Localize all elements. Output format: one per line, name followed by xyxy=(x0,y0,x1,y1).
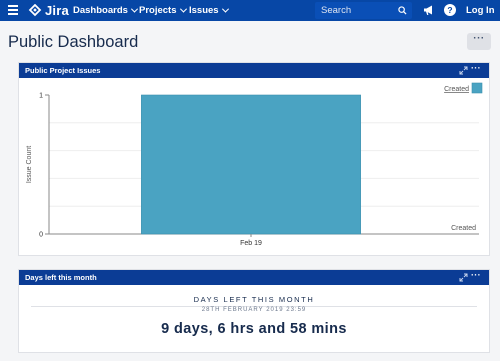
login-link[interactable]: Log In xyxy=(466,0,495,21)
expand-icon[interactable] xyxy=(459,66,468,75)
page-title: Public Dashboard xyxy=(8,33,139,51)
legend-label: Created xyxy=(444,86,469,93)
top-navigation-bar: Jira Dashboards Projects Issues ? Log In xyxy=(0,0,500,21)
jira-logo-icon xyxy=(28,3,42,16)
gadget-header: Public Project Issues ··· xyxy=(19,63,489,78)
chart-area: 0 1 Issue Count Feb 19 Created Created xyxy=(19,78,489,255)
y-axis-label: Issue Count xyxy=(26,146,33,183)
search-input[interactable] xyxy=(315,2,395,19)
nav-dashboards[interactable]: Dashboards xyxy=(73,0,138,21)
megaphone-icon[interactable] xyxy=(423,4,435,16)
y-tick-label: 0 xyxy=(39,232,43,239)
issues-bar-chart: 0 1 Issue Count Feb 19 Created Created xyxy=(26,82,483,247)
nav-projects[interactable]: Projects xyxy=(139,0,187,21)
gadget-header: Days left this month ··· xyxy=(19,270,489,285)
x-tick-label: Feb 19 xyxy=(240,240,262,247)
public-project-issues-gadget: Public Project Issues ··· 0 1 Issue Count F… xyxy=(18,62,490,256)
nav-projects-label: Projects xyxy=(139,5,177,16)
logo-text: Jira xyxy=(45,3,69,18)
gadget-title: Days left this month xyxy=(25,273,97,282)
more-actions-button[interactable]: ··· xyxy=(467,33,491,50)
days-left-value: 9 days, 6 hrs and 58 mins xyxy=(161,321,347,337)
search-box xyxy=(315,2,412,19)
chevron-down-icon xyxy=(179,5,187,13)
chevron-down-icon xyxy=(221,5,229,13)
gadget-menu-button[interactable]: ··· xyxy=(471,270,481,285)
nav-dashboards-label: Dashboards xyxy=(73,5,128,16)
help-icon[interactable]: ? xyxy=(444,4,456,16)
search-icon[interactable] xyxy=(398,6,407,15)
days-left-heading: DAYS LEFT THIS MONTH xyxy=(193,295,315,304)
gadget-menu-button[interactable]: ··· xyxy=(471,63,481,78)
menu-icon[interactable] xyxy=(8,5,18,15)
x-axis-label: Created xyxy=(451,225,476,232)
expand-icon[interactable] xyxy=(459,273,468,282)
nav-issues[interactable]: Issues xyxy=(189,0,229,21)
gadget-title: Public Project Issues xyxy=(25,66,101,75)
nav-issues-label: Issues xyxy=(189,5,219,16)
legend-swatch xyxy=(471,82,483,94)
days-left-gadget: Days left this month ··· DAYS LEFT THIS … xyxy=(18,269,490,353)
bar xyxy=(141,94,361,235)
y-tick-label: 1 xyxy=(39,93,43,100)
jira-logo[interactable]: Jira xyxy=(28,3,69,18)
days-left-date: 28TH FEBRUARY 2019 23:59 xyxy=(201,307,307,313)
chevron-down-icon xyxy=(130,5,138,13)
